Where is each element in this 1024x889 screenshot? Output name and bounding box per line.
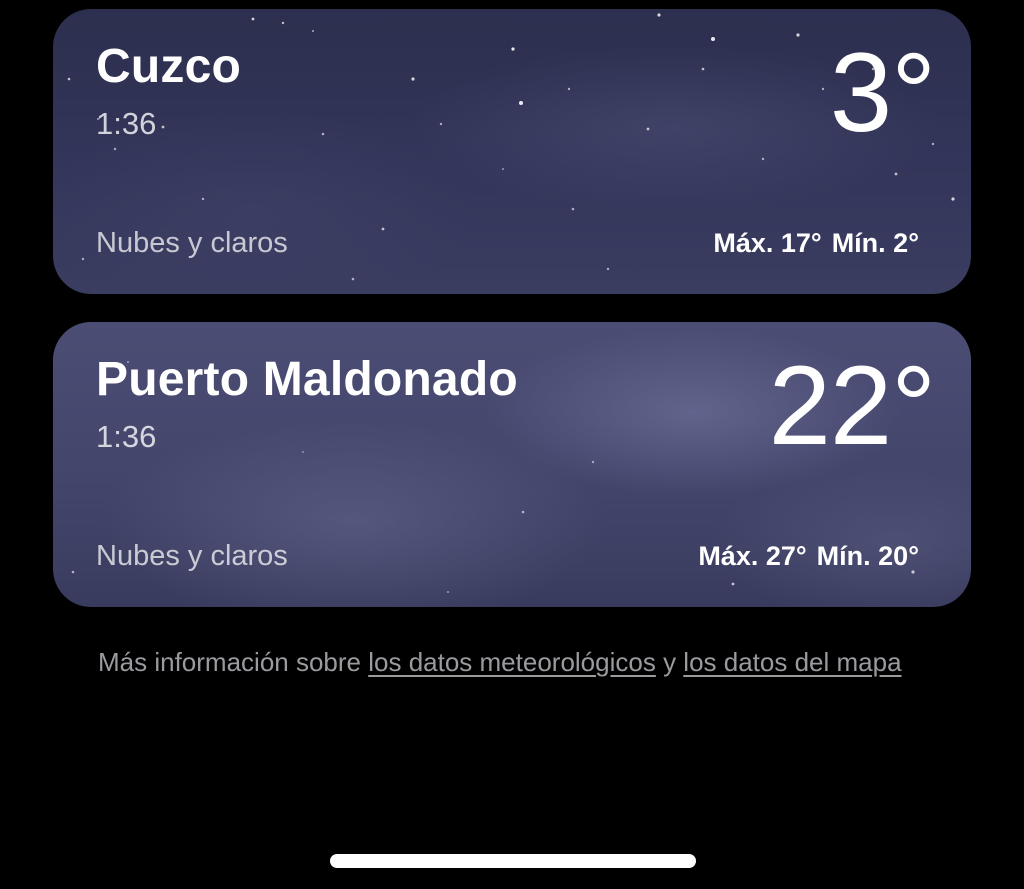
current-temperature: 22° bbox=[768, 343, 936, 468]
local-time: 1:36 bbox=[96, 106, 157, 141]
map-data-link[interactable]: los datos del mapa bbox=[683, 647, 901, 677]
high-temperature: Máx. 27° bbox=[698, 541, 807, 571]
high-low-temperatures: Máx. 17° Mín. 2° bbox=[713, 230, 919, 257]
city-name: Puerto Maldonado bbox=[96, 353, 518, 406]
local-time: 1:36 bbox=[96, 419, 157, 454]
home-indicator[interactable] bbox=[330, 854, 696, 868]
low-temperature: Mín. 20° bbox=[816, 541, 919, 571]
weather-condition: Nubes y claros bbox=[96, 227, 288, 259]
location-card-puerto-maldonado[interactable]: Puerto Maldonado 1:36 22° Nubes y claros… bbox=[53, 322, 971, 607]
footer-prefix: Más información sobre bbox=[98, 647, 369, 677]
weather-data-link[interactable]: los datos meteorológicos bbox=[368, 647, 656, 677]
city-name: Cuzco bbox=[96, 40, 241, 93]
footer-connector: y bbox=[655, 647, 684, 677]
current-temperature: 3° bbox=[829, 30, 936, 155]
data-attribution-footer: Más información sobre los datos meteorol… bbox=[98, 646, 938, 679]
location-card-cuzco[interactable]: Cuzco 1:36 3° Nubes y claros Máx. 17° Mín… bbox=[53, 9, 971, 294]
weather-condition: Nubes y claros bbox=[96, 540, 288, 572]
low-temperature: Mín. 2° bbox=[831, 228, 919, 258]
high-low-temperatures: Máx. 27° Mín. 20° bbox=[698, 543, 919, 570]
high-temperature: Máx. 17° bbox=[713, 228, 822, 258]
